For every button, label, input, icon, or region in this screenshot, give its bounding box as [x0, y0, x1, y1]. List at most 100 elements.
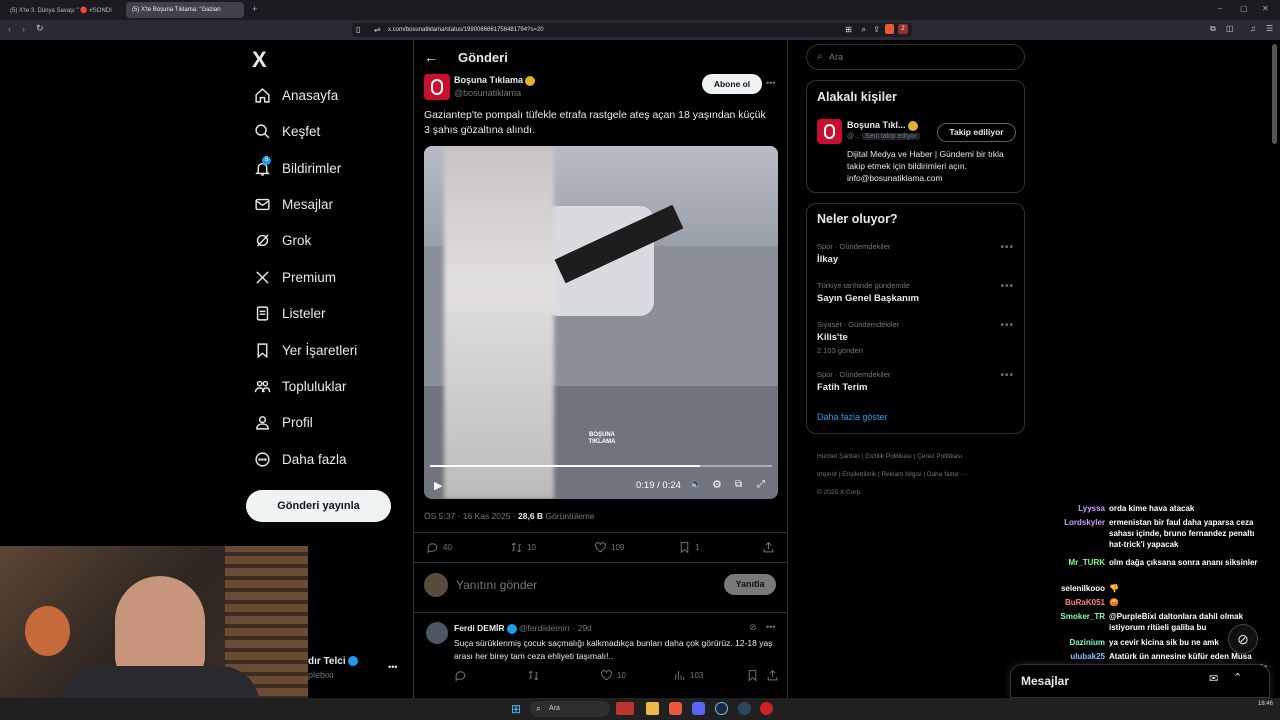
taskbar-app-icon[interactable]	[616, 702, 634, 715]
related-avatar[interactable]	[817, 119, 842, 144]
nav-item-more[interactable]: Daha fazla	[252, 444, 347, 474]
nav-item-profile[interactable]: Profil	[252, 407, 313, 437]
media-icon[interactable]: ♫	[1250, 24, 1256, 33]
bookmark-action[interactable]: 1	[678, 541, 699, 554]
grok-analyze-icon[interactable]: ⊘	[749, 622, 757, 633]
minimize-icon[interactable]: –	[1218, 4, 1222, 13]
wallet-icon[interactable]: ◫	[1226, 24, 1234, 33]
url-bar[interactable]: ▯ ⇌ x.com/bosunatiklama/status/199006666…	[352, 23, 912, 37]
footer-link-imprint[interactable]: Imprint	[817, 471, 837, 478]
url-text[interactable]: x.com/bosunatiklama/status/1990066661756…	[388, 27, 544, 33]
bookmark-page-icon[interactable]: ▯	[356, 25, 360, 34]
post-button[interactable]: Gönderi yayınla	[246, 490, 391, 522]
reply-author[interactable]: Ferdi DEMİR	[454, 623, 505, 633]
reply-button[interactable]: Yanıtla	[724, 574, 776, 595]
nav-item-communities[interactable]: Topluluklar	[252, 371, 347, 401]
messages-dock[interactable]: Mesajlar ✉ ⌃	[1010, 664, 1270, 698]
brave-browser-icon[interactable]	[669, 702, 682, 715]
footer-link-more[interactable]: Daha fazla ···	[927, 471, 966, 478]
chat-username[interactable]: Dazinium	[1030, 637, 1105, 648]
volume-icon[interactable]: 🔈	[690, 479, 702, 490]
footer-link-privacy[interactable]: Gizlilik Politikası	[865, 453, 912, 460]
grok-float-icon[interactable]: ⊘	[1228, 624, 1258, 654]
extensions-icon[interactable]: ⧉	[1210, 24, 1216, 34]
share-icon[interactable]: ⇪	[873, 25, 880, 34]
nav-item-premium[interactable]: Premium	[252, 262, 336, 292]
new-tab-button[interactable]: +	[252, 4, 257, 14]
account-more-icon[interactable]: •••	[388, 662, 397, 672]
nav-item-notifications[interactable]: 5 Bildirimler	[252, 153, 341, 183]
steam-icon[interactable]	[715, 702, 728, 715]
footer-link-terms[interactable]: Hizmet Şartları	[817, 453, 860, 460]
search-box[interactable]: ⌕ Ara	[806, 44, 1025, 70]
browser-tab-active[interactable]: (5) X'te Boşuna Tıklama: "Gazian	[126, 2, 244, 18]
nav-item-lists[interactable]: Listeler	[252, 298, 326, 328]
nav-item-explore[interactable]: Keşfet	[252, 116, 320, 146]
following-button[interactable]: Takip ediliyor	[937, 123, 1016, 142]
chat-username[interactable]: Lyyssa	[1030, 503, 1105, 514]
reply-share-action[interactable]	[766, 669, 779, 682]
back-icon[interactable]: ‹	[8, 24, 11, 34]
page-scrollbar[interactable]	[1272, 44, 1277, 144]
obs-icon[interactable]	[760, 702, 773, 715]
reply-like-action[interactable]: 10	[600, 669, 626, 682]
show-more-link[interactable]: Daha fazla göster	[817, 412, 888, 422]
subscribe-button[interactable]: Abone ol	[702, 74, 762, 94]
trend-more-icon[interactable]: •••	[1000, 281, 1014, 292]
footer-link-ads[interactable]: Reklam bilgisi	[881, 471, 921, 478]
menu-icon[interactable]: ☰	[1266, 24, 1273, 33]
video-player[interactable]: BOŞUNA TIKLAMA ▶ 0:19 / 0:24 🔈 ⚙ ⧉ ⤢	[424, 146, 778, 499]
close-window-icon[interactable]: ✕	[1262, 4, 1269, 13]
author-name[interactable]: Boşuna Tıklama	[454, 75, 536, 86]
new-message-icon[interactable]: ✉	[1209, 672, 1218, 685]
browser-tab[interactable]: (5) X'te 3. Dünya Savaşı " 🔴 #SONDI	[4, 2, 120, 18]
nav-item-bookmarks[interactable]: Yer İşaretleri	[252, 335, 357, 365]
reply-handle[interactable]: @ferdiidemirr · 29d	[519, 623, 592, 633]
play-icon[interactable]: ▶	[434, 479, 442, 492]
rewards-icon[interactable]: 2	[898, 24, 908, 34]
chat-username[interactable]: ulubak25	[1030, 651, 1105, 662]
forward-icon[interactable]: ›	[22, 24, 25, 34]
reload-icon[interactable]: ↻	[36, 23, 44, 34]
fullscreen-icon[interactable]: ⤢	[757, 479, 765, 490]
pip-icon[interactable]: ⧉	[735, 479, 742, 490]
reply-bookmark-action[interactable]	[746, 669, 759, 682]
steam-icon-alt[interactable]	[738, 702, 751, 715]
reply-reply-action[interactable]	[454, 669, 467, 682]
zoom-icon[interactable]: ⌕	[862, 25, 866, 35]
trend-item[interactable]: Siyaset · Gündemdekiler Kilis'te 2.103 g…	[817, 320, 1017, 355]
nav-item-home[interactable]: Anasayfa	[252, 80, 338, 110]
chat-username[interactable]: Lordskyler	[1030, 517, 1105, 528]
share-action[interactable]	[762, 541, 775, 554]
trend-item[interactable]: Spor · Gündemdekiler İlkay	[817, 242, 1017, 265]
trend-item[interactable]: Spor · Gündemdekiler Fatih Terim	[817, 370, 1017, 393]
like-action[interactable]: 109	[594, 541, 624, 554]
discord-icon[interactable]	[692, 702, 705, 715]
related-name[interactable]: Boşuna Tıkl...	[847, 120, 918, 131]
trend-more-icon[interactable]: •••	[1000, 242, 1014, 253]
account-name[interactable]: dır Telci	[308, 656, 358, 667]
maximize-icon[interactable]: ▢	[1240, 4, 1248, 13]
nav-item-grok[interactable]: Grok	[252, 225, 311, 255]
site-info-icon[interactable]: ⇌	[374, 25, 381, 34]
author-avatar[interactable]	[424, 74, 450, 100]
chat-username[interactable]: selenilkooo	[1030, 583, 1105, 594]
file-explorer-icon[interactable]	[646, 702, 659, 715]
repost-action[interactable]: 10	[510, 541, 536, 554]
windows-start-icon[interactable]: ⊞	[511, 702, 521, 716]
author-handle[interactable]: @bosunatiklama	[454, 88, 521, 98]
search-input[interactable]: Ara	[829, 52, 843, 62]
back-arrow-icon[interactable]: ←	[424, 49, 438, 65]
trend-more-icon[interactable]: •••	[1000, 320, 1014, 331]
x-logo[interactable]: X	[252, 47, 267, 73]
footer-link-cookies[interactable]: Çerez Politikası	[917, 453, 962, 460]
reply-repost-action[interactable]	[527, 669, 540, 682]
chat-username[interactable]: Mr_TURK	[1030, 557, 1105, 568]
settings-icon[interactable]: ⚙	[712, 478, 722, 491]
taskbar-search[interactable]: ⌕ Ara	[530, 701, 610, 717]
reply-avatar[interactable]	[426, 622, 448, 644]
reply-more-icon[interactable]: •••	[766, 622, 775, 632]
nav-item-messages[interactable]: Mesajlar	[252, 189, 333, 219]
reply-input[interactable]: Yanıtını gönder	[456, 578, 537, 592]
chat-username[interactable]: Smoker_TR	[1030, 611, 1105, 622]
